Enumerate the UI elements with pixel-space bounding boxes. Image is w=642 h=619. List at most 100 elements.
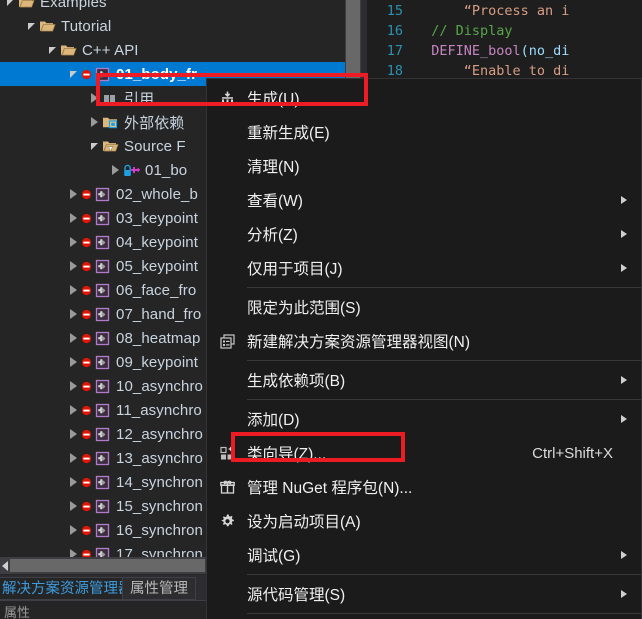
chevron-down-icon[interactable]	[23, 14, 39, 38]
chevron-right-icon[interactable]	[65, 374, 81, 398]
menu-item[interactable]: 调试(G)	[207, 538, 641, 572]
tree-item-label: 05_keypoint	[116, 257, 198, 275]
chevron-right-icon[interactable]	[65, 446, 81, 470]
menu-item-label: 清理(N)	[247, 159, 300, 176]
tab-property-manager[interactable]: 属性管理	[122, 577, 196, 600]
project-icon	[94, 306, 111, 323]
menu-item-label: 重新生成(E)	[247, 125, 330, 142]
tree-item-label: 09_keypoint	[116, 353, 198, 371]
tree-item-label: 13_asynchro	[116, 449, 203, 467]
chevron-down-icon[interactable]	[86, 134, 102, 158]
tree-item-label: 04_keypoint	[116, 233, 198, 251]
menu-item-shortcut: Ctrl+Shift+X	[532, 444, 613, 462]
tree-item-label: 03_keypoint	[116, 209, 198, 227]
tree-item-label: 07_hand_fro	[116, 305, 202, 323]
menu-item-label: 查看(W)	[247, 193, 303, 210]
menu-item[interactable]: 查看(W)	[207, 183, 641, 217]
project-context-menu[interactable]: 生成(U) 重新生成(E) 清理(N) 查看(W) 分析(Z) 仅用于项目(J) 限定为此范…	[206, 78, 642, 619]
chevron-right-icon[interactable]	[86, 110, 102, 134]
project-icon	[94, 210, 111, 227]
chevron-right-icon[interactable]	[65, 494, 81, 518]
chevron-down-icon[interactable]	[65, 62, 81, 86]
tree-item[interactable]: Examples	[0, 0, 345, 14]
unavailable-badge-icon	[81, 213, 92, 224]
external-deps-icon	[102, 114, 119, 131]
menu-item[interactable]: 分析(Z)	[207, 217, 641, 251]
project-icon	[94, 522, 111, 539]
menu-item[interactable]: 生成(U)	[207, 81, 641, 115]
chevron-right-icon[interactable]	[65, 518, 81, 542]
new-view-icon	[207, 333, 247, 350]
tree-horizontal-scroll-thumb[interactable]	[10, 559, 205, 572]
submenu-arrow-icon	[621, 264, 627, 272]
project-icon	[94, 234, 111, 251]
menu-item[interactable]: 新建解决方案资源管理器视图(N)	[207, 324, 641, 358]
menu-item[interactable]: 源代码管理(S)	[207, 577, 641, 611]
tree-item-label: Examples	[40, 0, 107, 11]
chevron-down-icon[interactable]	[44, 38, 60, 62]
chevron-down-icon[interactable]	[2, 0, 18, 14]
unavailable-badge-icon	[81, 525, 92, 536]
unavailable-badge-icon	[81, 477, 92, 488]
tab-solution-explorer[interactable]: 解决方案资源管理器	[0, 577, 141, 600]
code-text: DEFINE_bool(no_di	[415, 41, 569, 61]
submenu-arrow-icon	[621, 415, 627, 423]
nuget-icon	[207, 479, 247, 496]
chevron-right-icon[interactable]	[65, 470, 81, 494]
visual-studio-window: 15 “Process an i 16 // Display 17 DEFINE_b…	[0, 0, 642, 619]
menu-item[interactable]: 类向导(Z)... Ctrl+Shift+X	[207, 436, 641, 470]
menu-item-label: 类向导(Z)...	[247, 446, 327, 463]
unavailable-badge-icon	[81, 69, 92, 80]
tree-item-label: Tutorial	[61, 17, 112, 35]
chevron-right-icon[interactable]	[65, 182, 81, 206]
menu-item[interactable]: 仅用于项目(J)	[207, 251, 641, 285]
scroll-left-arrow-icon[interactable]	[1, 559, 10, 572]
tree-item-label: 引用	[124, 90, 155, 108]
code-text: // Display	[415, 21, 512, 41]
menu-item-label: 源代码管理(S)	[247, 587, 346, 604]
project-icon	[94, 186, 111, 203]
build-icon	[207, 90, 247, 107]
chevron-right-icon[interactable]	[65, 278, 81, 302]
tree-item-label: 外部依赖	[124, 114, 185, 132]
menu-item[interactable]: 清理(N)	[207, 149, 641, 183]
menu-item[interactable]: 管理 NuGet 程序包(N)...	[207, 470, 641, 504]
menu-item[interactable]: 重新生成(E)	[207, 115, 641, 149]
chevron-right-icon[interactable]	[65, 326, 81, 350]
chevron-right-icon[interactable]	[65, 398, 81, 422]
menu-item[interactable]: 限定为此范围(S)	[207, 290, 641, 324]
submenu-arrow-icon	[621, 230, 627, 238]
references-icon	[102, 90, 119, 107]
menu-separator	[247, 399, 641, 400]
chevron-right-icon[interactable]	[65, 206, 81, 230]
project-icon	[94, 66, 111, 83]
chevron-right-icon[interactable]	[65, 230, 81, 254]
tree-item-label: 08_heatmap	[116, 329, 201, 347]
filter-folder-icon	[102, 138, 119, 155]
tree-vertical-scroll-thumb[interactable]	[346, 0, 360, 80]
project-icon	[94, 330, 111, 347]
chevron-right-icon[interactable]	[65, 254, 81, 278]
line-number: 15	[386, 3, 403, 19]
chevron-right-icon[interactable]	[65, 302, 81, 326]
tree-item[interactable]: Tutorial	[0, 14, 345, 38]
tree-item[interactable]: C++ API	[0, 38, 345, 62]
menu-item[interactable]: 添加(D)	[207, 402, 641, 436]
menu-item[interactable]: 生成依赖项(B)	[207, 363, 641, 397]
chevron-right-icon[interactable]	[65, 350, 81, 374]
menu-item[interactable]: 设为启动项目(A)	[207, 504, 641, 538]
menu-item-label: 分析(Z)	[247, 227, 298, 244]
project-icon	[94, 498, 111, 515]
chevron-right-icon[interactable]	[107, 158, 123, 182]
unavailable-badge-icon	[81, 381, 92, 392]
chevron-right-icon[interactable]	[65, 422, 81, 446]
project-icon	[94, 282, 111, 299]
chevron-right-icon[interactable]	[86, 86, 102, 110]
menu-item-label: 新建解决方案资源管理器视图(N)	[247, 334, 471, 351]
menu-item-label: 调试(G)	[247, 548, 301, 565]
cpp-file-icon	[123, 162, 140, 179]
menu-item-label: 限定为此范围(S)	[247, 300, 361, 317]
menu-item-label: 生成依赖项(B)	[247, 373, 346, 390]
project-icon	[94, 354, 111, 371]
project-icon	[94, 378, 111, 395]
